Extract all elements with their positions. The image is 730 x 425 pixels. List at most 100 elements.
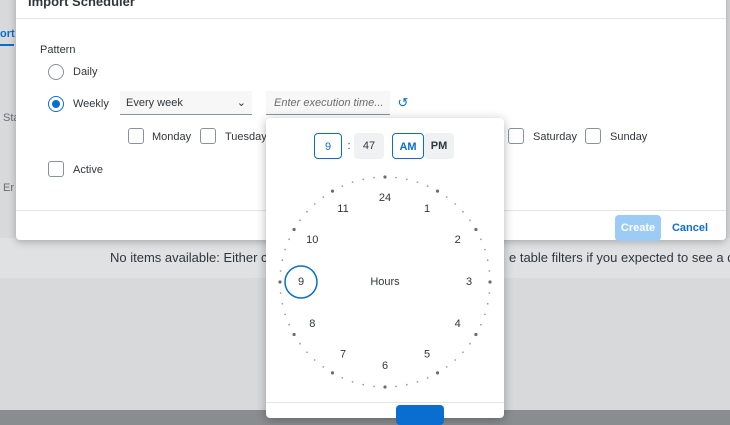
monday-checkbox[interactable] (128, 128, 144, 144)
clock-tick (474, 227, 478, 232)
clock-tick (306, 210, 308, 213)
clock-tick (362, 383, 365, 386)
clock-tick (462, 351, 464, 354)
clock-tick (330, 189, 335, 193)
clock-hour-9[interactable]: 9 (298, 276, 304, 288)
chevron-down-icon[interactable]: ⌄ (237, 91, 246, 115)
clock-hour-10[interactable]: 10 (306, 234, 318, 246)
daily-radio[interactable] (48, 64, 64, 80)
clock-hour-1[interactable]: 1 (424, 203, 430, 215)
clock-tick (281, 259, 284, 262)
clock-tick (480, 323, 482, 326)
clock-hour-11[interactable]: 11 (337, 203, 348, 215)
clock-hour-6[interactable]: 6 (382, 360, 388, 372)
background-tab-fragment[interactable]: ort (0, 28, 15, 40)
clock-tick (405, 178, 408, 181)
cancel-button[interactable]: Cancel (668, 215, 712, 241)
clock-hour-3[interactable]: 3 (466, 276, 472, 288)
active-label: Active (73, 164, 103, 176)
clock-hour-24[interactable]: 24 (379, 192, 391, 204)
clock-tick (288, 238, 290, 241)
clock-tick (313, 203, 316, 205)
clock-tick (373, 176, 375, 179)
clock-tick (292, 227, 296, 232)
clock-tick (426, 185, 429, 187)
clock-tick (284, 313, 286, 316)
clock-tick (284, 248, 286, 251)
frequency-value: Every week (126, 97, 183, 109)
daily-label[interactable]: Daily (73, 66, 97, 78)
clock-tick (279, 270, 282, 272)
clock-tick (474, 332, 478, 337)
clock-tick (341, 377, 344, 379)
clock-hour-4[interactable]: 4 (455, 318, 461, 330)
clock-tick (292, 332, 296, 337)
active-checkbox[interactable] (48, 161, 64, 177)
clock-tick (330, 371, 335, 375)
background-empty-message-left: No items available: Either crea (110, 250, 287, 265)
weekly-radio[interactable] (48, 96, 64, 112)
time-picker-popover: 9 : 47 AM PM Hours 24 1 2 3 4 5 6 7 8 9 10 11 (266, 118, 504, 425)
clock-hour-5[interactable]: 5 (424, 349, 430, 361)
clock-hour-2[interactable]: 2 (455, 234, 461, 246)
clock-tick (299, 342, 301, 345)
clock-tick (306, 351, 308, 354)
monday-label: Monday (152, 131, 192, 143)
clock-tick (341, 185, 344, 187)
saturday-label: Saturday (533, 131, 578, 143)
clock-tick (281, 302, 284, 305)
clock-tick (383, 385, 387, 389)
clock-tick (278, 280, 282, 284)
clock-hour-7[interactable]: 7 (340, 349, 346, 361)
clock-tick (486, 259, 489, 262)
clock-tick (445, 366, 448, 368)
clock-tick (488, 292, 491, 294)
clock-tick (469, 219, 471, 222)
clock-tick (383, 175, 387, 179)
clock-tick (362, 178, 365, 181)
clock-tick (435, 189, 440, 193)
clock-dial[interactable]: Hours 24 1 2 3 4 5 6 7 8 9 10 11 (266, 118, 504, 402)
clock-tick (435, 371, 440, 375)
clock-tick (484, 248, 486, 251)
clock-tick (426, 377, 429, 379)
clock-tick (462, 210, 464, 213)
frequency-select[interactable]: Every week ⌄ (120, 91, 252, 115)
clock-tick (484, 313, 486, 316)
clock-tick (395, 385, 397, 388)
clock-tick (454, 203, 457, 205)
clock-tick (486, 302, 489, 305)
sunday-checkbox[interactable] (585, 128, 601, 144)
picker-footer-divider (266, 402, 504, 403)
clock-tick (313, 359, 316, 361)
dialog-header-divider (16, 18, 726, 19)
clock-hour-8[interactable]: 8 (309, 318, 315, 330)
tuesday-label: Tuesday (225, 131, 267, 143)
time-picker-icon[interactable]: ↺ (391, 91, 415, 115)
clock-tick (454, 359, 457, 361)
background-empty-message-right: e table filters if you expected to see a… (509, 250, 730, 265)
clock-tick (395, 176, 397, 179)
clock-tick (322, 366, 325, 368)
saturday-checkbox[interactable] (508, 128, 524, 144)
background-label-e: Er (3, 182, 14, 194)
dialog-title: Import Scheduler (28, 0, 135, 9)
clock-tick (480, 238, 482, 241)
create-button[interactable]: Create (615, 215, 661, 241)
clock-tick (469, 342, 471, 345)
clock-tick (373, 385, 375, 388)
clock-tick (488, 270, 491, 272)
clock-tick (299, 219, 301, 222)
pattern-label: Pattern (40, 44, 76, 56)
clock-tick (445, 196, 448, 198)
clock-tick (416, 381, 419, 383)
clock-tick (351, 181, 354, 183)
weekly-label[interactable]: Weekly (73, 98, 109, 110)
picker-ok-button[interactable] (396, 405, 444, 425)
clock-tick (279, 292, 282, 294)
clock-tick (351, 381, 354, 383)
sunday-label: Sunday (610, 131, 648, 143)
clock-tick (416, 181, 419, 183)
tuesday-checkbox[interactable] (200, 128, 216, 144)
execution-time-input[interactable]: Enter execution time... (266, 91, 390, 115)
